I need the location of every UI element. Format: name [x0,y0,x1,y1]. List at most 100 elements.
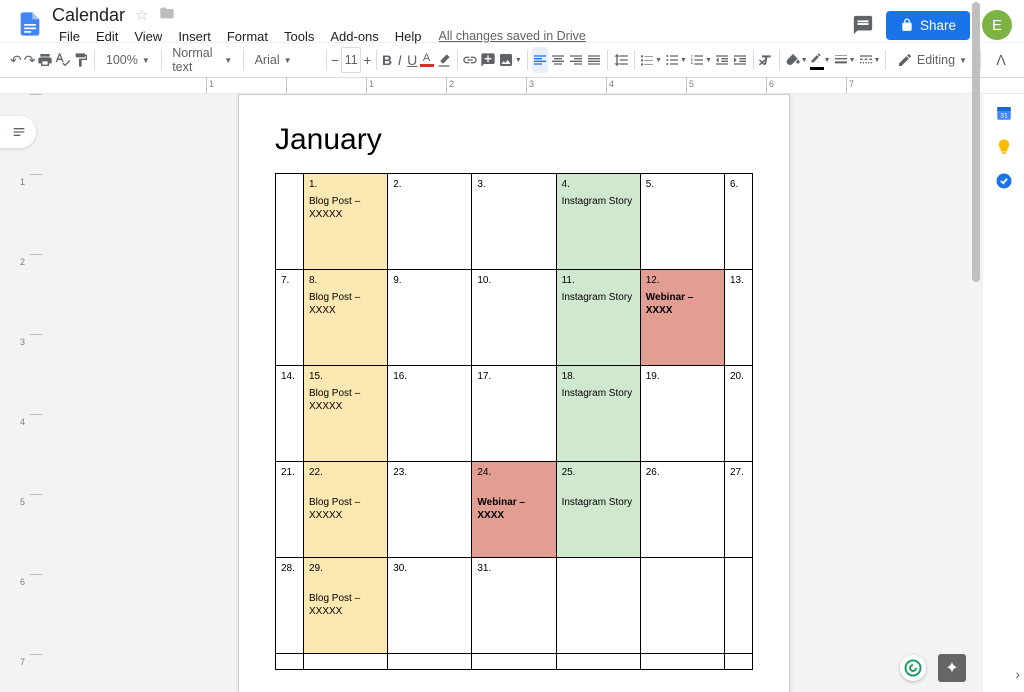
spellcheck-button[interactable] [55,47,71,73]
calendar-cell[interactable]: 8.Blog Post – XXXX [304,270,388,366]
calendar-cell[interactable] [472,654,556,670]
menu-format[interactable]: Format [220,27,275,46]
paragraph-style-dropdown[interactable]: Normal text▼ [166,47,238,73]
document-canvas[interactable]: January 1.Blog Post – XXXXX2.3.4.Instagr… [46,94,982,692]
grammarly-icon[interactable] [900,655,926,681]
calendar-addon-icon[interactable]: 31 [995,104,1013,122]
redo-button[interactable]: ↷ [24,47,36,73]
share-button[interactable]: Share [886,11,970,40]
side-panel-toggle[interactable]: › [1015,666,1020,682]
insert-comment-button[interactable] [480,47,496,73]
comments-icon[interactable] [852,14,874,36]
calendar-cell[interactable]: 23. [388,462,472,558]
vertical-ruler[interactable]: 123456789 [0,94,46,692]
calendar-cell[interactable]: 24.Webinar – XXXX [472,462,556,558]
star-icon[interactable]: ☆ [135,6,148,24]
italic-button[interactable]: I [394,47,405,73]
calendar-cell[interactable]: 10. [472,270,556,366]
calendar-cell[interactable]: 11.Instagram Story [556,270,640,366]
keep-addon-icon[interactable] [995,138,1013,156]
scrollbar-thumb[interactable] [972,2,980,282]
numbered-list-button[interactable]: ▼ [689,47,712,73]
calendar-cell[interactable]: 6. [725,174,753,270]
calendar-cell[interactable]: 12.Webinar – XXXX [640,270,724,366]
align-center-button[interactable] [550,47,566,73]
calendar-cell[interactable]: 28. [276,558,304,654]
border-style-button[interactable]: ▼ [858,47,881,73]
calendar-cell[interactable]: 30. [388,558,472,654]
editing-mode-dropdown[interactable]: Editing▼ [891,47,973,73]
menu-help[interactable]: Help [388,27,429,46]
calendar-cell[interactable] [388,654,472,670]
horizontal-ruler[interactable]: 11234567 [46,78,1024,93]
doc-title[interactable]: Calendar [52,5,125,26]
highlight-button[interactable] [436,47,452,73]
calendar-cell[interactable] [276,654,304,670]
menu-file[interactable]: File [52,27,87,46]
calendar-cell[interactable]: 3. [472,174,556,270]
calendar-cell[interactable]: 18.Instagram Story [556,366,640,462]
calendar-cell[interactable]: 26. [640,462,724,558]
calendar-cell[interactable]: 2. [388,174,472,270]
font-dropdown[interactable]: Arial▼ [249,47,321,73]
border-color-button[interactable]: ▼ [810,47,831,73]
insert-link-button[interactable] [462,47,478,73]
calendar-cell[interactable]: 4.Instagram Story [556,174,640,270]
calendar-cell[interactable] [640,654,724,670]
calendar-cell[interactable]: 16. [388,366,472,462]
menu-tools[interactable]: Tools [277,27,321,46]
menu-add-ons[interactable]: Add-ons [323,27,385,46]
docs-logo[interactable] [12,6,48,42]
account-avatar[interactable]: E [982,10,1012,40]
paint-format-button[interactable] [73,47,89,73]
line-spacing-button[interactable] [613,47,629,73]
calendar-cell[interactable] [556,558,640,654]
zoom-dropdown[interactable]: 100%▼ [100,47,156,73]
calendar-cell[interactable]: 19. [640,366,724,462]
insert-image-button[interactable]: ▼ [498,47,522,73]
font-size-increase[interactable]: + [363,47,371,73]
calendar-cell[interactable] [725,654,753,670]
calendar-cell[interactable]: 21. [276,462,304,558]
collapse-toolbar-button[interactable]: ᐱ [988,47,1014,73]
text-color-button[interactable]: A [420,47,434,73]
save-status[interactable]: All changes saved in Drive [439,29,586,43]
font-size-input[interactable]: 11 [341,47,361,73]
menu-edit[interactable]: Edit [89,27,125,46]
calendar-cell[interactable]: 27. [725,462,753,558]
align-left-button[interactable] [532,47,548,73]
increase-indent-button[interactable] [732,47,748,73]
bulleted-list-button[interactable]: ▼ [664,47,687,73]
calendar-cell[interactable]: 9. [388,270,472,366]
calendar-cell[interactable]: 31. [472,558,556,654]
calendar-cell[interactable] [276,174,304,270]
calendar-cell[interactable]: 22.Blog Post – XXXXX [304,462,388,558]
calendar-cell[interactable] [556,654,640,670]
calendar-cell[interactable]: 17. [472,366,556,462]
bold-button[interactable]: B [382,47,393,73]
outline-toggle[interactable] [0,116,36,148]
print-button[interactable] [37,47,53,73]
calendar-cell[interactable]: 20. [725,366,753,462]
calendar-cell[interactable]: 5. [640,174,724,270]
calendar-cell[interactable]: 7. [276,270,304,366]
align-justify-button[interactable] [586,47,602,73]
underline-button[interactable]: U [407,47,418,73]
checklist-button[interactable]: ▼ [639,47,662,73]
tasks-addon-icon[interactable] [995,172,1013,190]
border-width-button[interactable]: ▼ [833,47,856,73]
align-right-button[interactable] [568,47,584,73]
clear-formatting-button[interactable] [758,47,774,73]
calendar-cell[interactable] [640,558,724,654]
move-folder-icon[interactable] [159,5,175,25]
calendar-cell[interactable]: 15.Blog Post – XXXXX [304,366,388,462]
calendar-cell[interactable]: 1.Blog Post – XXXXX [304,174,388,270]
decrease-indent-button[interactable] [714,47,730,73]
calendar-cell[interactable]: 14. [276,366,304,462]
calendar-cell[interactable] [304,654,388,670]
explore-button[interactable]: ✦ [938,654,966,682]
menu-view[interactable]: View [127,27,169,46]
calendar-cell[interactable]: 13. [725,270,753,366]
menu-insert[interactable]: Insert [171,27,218,46]
fill-color-button[interactable]: ▼ [785,47,808,73]
